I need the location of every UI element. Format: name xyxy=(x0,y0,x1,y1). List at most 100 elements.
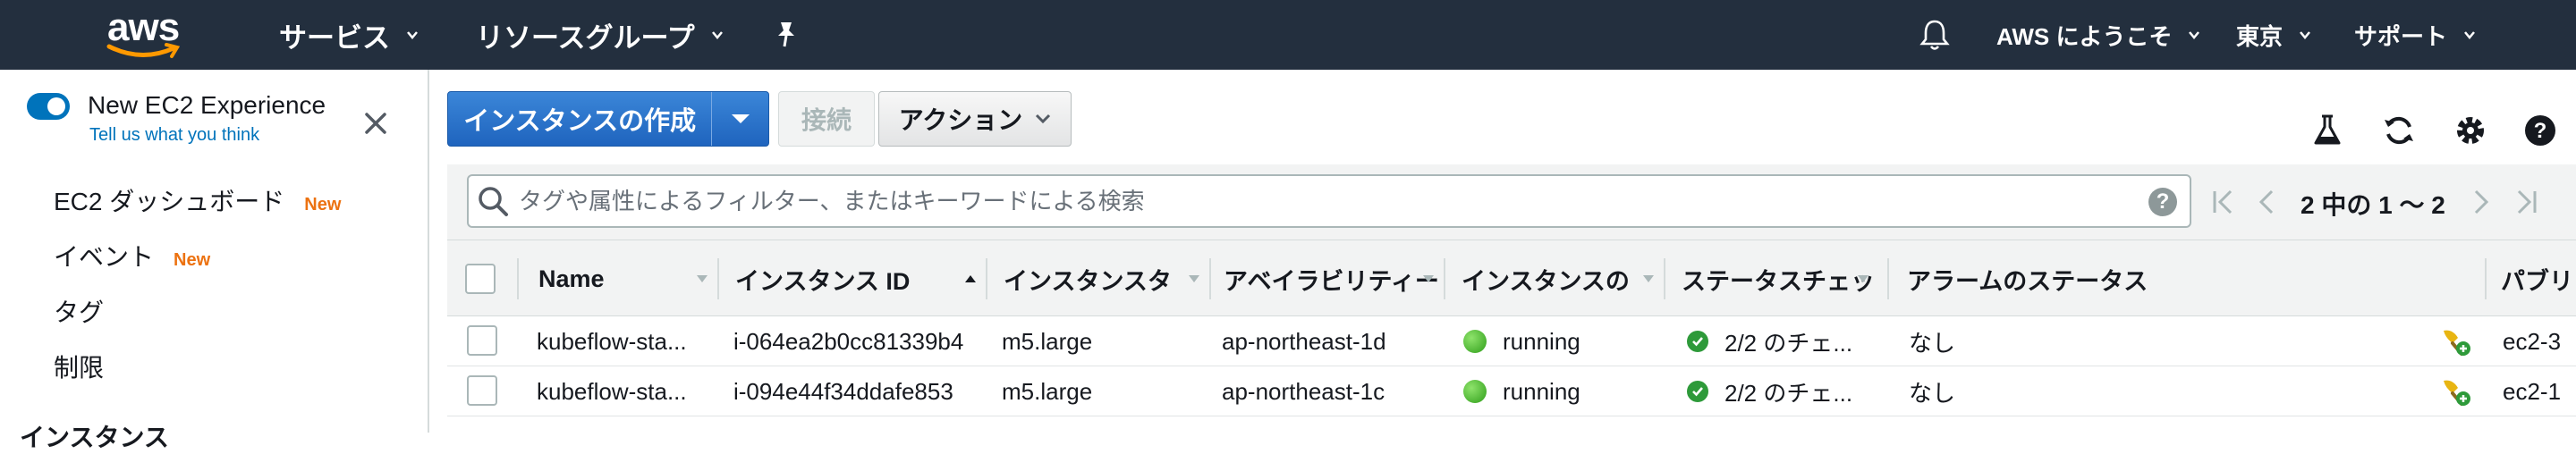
table-header: Name インスタンス ID インスタンスタ アベイラビリティー インスタンスの… xyxy=(447,240,2576,316)
table-row[interactable]: kubeflow-sta... i-064ea2b0cc81339b4 m5.l… xyxy=(447,316,2576,366)
sort-caret-down-icon xyxy=(1858,275,1868,282)
sort-caret-down-icon xyxy=(1423,275,1434,282)
search-box[interactable]: ? xyxy=(467,174,2191,228)
chevron-down-icon xyxy=(2464,31,2475,39)
sort-caret-down-icon xyxy=(1643,275,1654,282)
bell-icon[interactable] xyxy=(1919,18,1950,52)
previous-page-icon[interactable] xyxy=(2252,184,2283,220)
chevron-down-icon xyxy=(407,31,418,39)
sort-caret-down-icon xyxy=(697,275,708,282)
sidebar-item-label: EC2 ダッシュボード xyxy=(54,188,285,215)
help-icon[interactable]: ? xyxy=(2522,113,2558,148)
search-help-icon[interactable]: ? xyxy=(2148,188,2177,216)
actions-button[interactable]: アクション xyxy=(878,91,1072,147)
row-checkbox[interactable] xyxy=(467,325,497,356)
new-badge: New xyxy=(304,195,342,214)
column-header-label: パブリ xyxy=(2501,267,2573,295)
row-checkbox[interactable] xyxy=(467,375,497,406)
sidebar-item-label: 制限 xyxy=(54,354,105,382)
column-header-label: インスタンス ID xyxy=(735,267,911,295)
column-divider xyxy=(1209,258,1211,299)
top-navigation: aws サービス リソースグループ AWS にようこそ 東京 サポート xyxy=(0,0,2576,70)
sidebar-item-ec2-dashboard[interactable]: EC2 ダッシュボード New xyxy=(54,182,341,218)
pagination-text: 2 中の 1 〜 2 xyxy=(2301,191,2445,219)
cell-instance-state: running xyxy=(1463,316,1665,366)
account-menu[interactable]: AWS にようこそ xyxy=(1996,0,2200,70)
first-page-icon[interactable] xyxy=(2209,184,2240,220)
region-menu[interactable]: 東京 xyxy=(2236,0,2311,70)
create-instance-dropdown[interactable] xyxy=(711,92,768,146)
column-header-label: Name xyxy=(538,265,605,292)
column-header-name[interactable]: Name xyxy=(538,240,717,317)
feedback-link[interactable]: Tell us what you think xyxy=(89,125,259,146)
state-label: running xyxy=(1503,327,1580,355)
column-header-public-dns[interactable]: パブリ xyxy=(2501,240,2576,317)
create-alarm-icon[interactable] xyxy=(2440,375,2472,408)
column-header-label: インスタンスタ xyxy=(1004,267,1172,295)
cell-alarm-status: なし xyxy=(1909,329,1956,357)
resource-groups-label: リソースグループ xyxy=(476,21,695,54)
column-header-alarm-status[interactable]: アラームのステータス xyxy=(1907,240,2444,317)
running-status-icon xyxy=(1463,330,1487,353)
connect-button[interactable]: 接続 xyxy=(778,91,875,147)
actions-label: アクション xyxy=(898,106,1023,134)
column-header-label: アラームのステータス xyxy=(1907,267,2148,295)
new-badge: New xyxy=(174,250,211,270)
cell-public-dns: ec2-3 xyxy=(2503,327,2562,355)
sidebar-section-instances: インスタンス xyxy=(20,424,169,451)
cell-availability-zone: ap-northeast-1c xyxy=(1222,377,1385,405)
sort-caret-down-icon xyxy=(1189,275,1199,282)
create-instance-label: インスタンスの作成 xyxy=(463,107,697,136)
aws-smile-icon xyxy=(106,43,181,58)
chevron-down-icon xyxy=(1036,114,1051,124)
svg-text:?: ? xyxy=(2534,119,2547,143)
support-label: サポート xyxy=(2354,22,2448,50)
check-passed-icon xyxy=(1687,331,1708,352)
account-label: AWS にようこそ xyxy=(1996,22,2173,50)
column-divider xyxy=(717,258,719,299)
next-page-icon[interactable] xyxy=(2465,184,2496,220)
column-header-instance-type[interactable]: インスタンスタ xyxy=(1004,240,1209,317)
cell-status-checks: 2/2 のチェ... xyxy=(1687,316,1884,366)
column-divider xyxy=(1887,258,1889,299)
column-header-instance-id[interactable]: インスタンス ID xyxy=(735,240,986,317)
table-row[interactable]: kubeflow-sta... i-094e44f34ddafe853 m5.l… xyxy=(447,366,2576,416)
gear-icon[interactable] xyxy=(2453,113,2488,148)
flask-icon[interactable] xyxy=(2309,113,2345,148)
cell-instance-state: running xyxy=(1463,366,1665,416)
close-icon[interactable] xyxy=(360,107,392,139)
last-page-icon[interactable] xyxy=(2510,184,2540,220)
column-divider xyxy=(986,258,987,299)
search-input[interactable] xyxy=(519,187,2111,215)
services-label: サービス xyxy=(279,21,390,54)
sidebar-item-tags[interactable]: タグ xyxy=(54,293,104,329)
cell-status-checks: 2/2 のチェ... xyxy=(1687,366,1884,416)
create-instance-button[interactable]: インスタンスの作成 xyxy=(447,91,769,147)
column-header-availability-zone[interactable]: アベイラビリティー xyxy=(1224,240,1444,317)
sidebar-item-limits[interactable]: 制限 xyxy=(54,349,104,384)
chevron-down-icon xyxy=(2300,31,2310,39)
column-header-status-checks[interactable]: ステータスチェッ xyxy=(1682,240,1878,317)
sort-caret-up-icon xyxy=(965,275,976,282)
refresh-icon[interactable] xyxy=(2381,113,2417,148)
region-label: 東京 xyxy=(2236,22,2284,50)
column-header-instance-state[interactable]: インスタンスの xyxy=(1462,240,1664,317)
column-header-label: ステータスチェッ xyxy=(1682,267,1875,295)
new-experience-toggle[interactable] xyxy=(27,93,70,120)
chevron-down-icon xyxy=(2189,31,2200,39)
select-all-checkbox[interactable] xyxy=(465,264,496,294)
caret-down-icon xyxy=(731,114,750,123)
cell-public-dns: ec2-1 xyxy=(2503,377,2562,405)
sidebar-item-events[interactable]: イベント New xyxy=(54,238,210,273)
resource-groups-menu[interactable]: リソースグループ xyxy=(476,0,724,70)
aws-logo[interactable]: aws xyxy=(106,5,186,61)
pin-icon[interactable] xyxy=(773,20,800,50)
services-menu[interactable]: サービス xyxy=(279,0,419,70)
create-alarm-icon[interactable] xyxy=(2440,325,2472,357)
experience-title: New EC2 Experience xyxy=(88,91,326,119)
state-label: running xyxy=(1503,377,1580,405)
support-menu[interactable]: サポート xyxy=(2354,0,2476,70)
running-status-icon xyxy=(1463,380,1487,403)
cell-instance-id: i-064ea2b0cc81339b4 xyxy=(733,327,964,355)
cell-name: kubeflow-sta... xyxy=(537,377,687,405)
